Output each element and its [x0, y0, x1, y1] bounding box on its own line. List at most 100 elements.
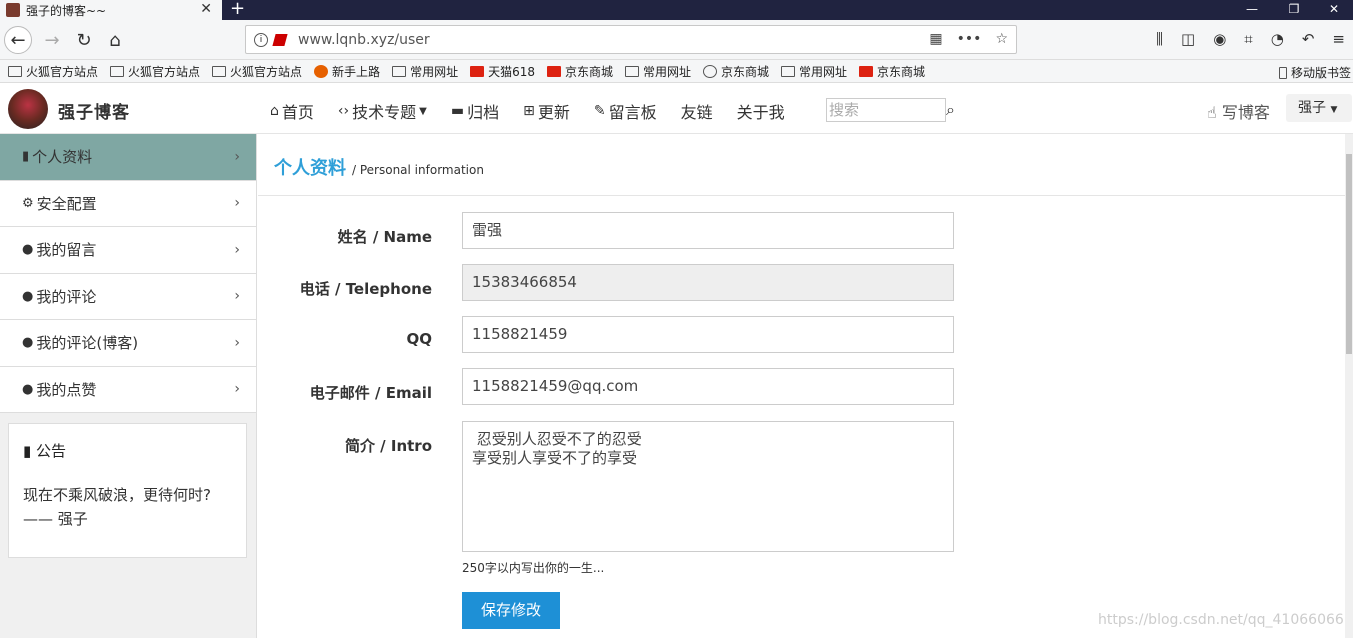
scrollbar-thumb[interactable]: [1346, 154, 1352, 354]
sidebar-item-blog-comments[interactable]: ● 我的评论(博客) ›: [0, 320, 256, 367]
screenshot-icon[interactable]: ⌗: [1244, 30, 1252, 48]
sidebar-item-comments[interactable]: ● 我的评论 ›: [0, 273, 256, 320]
divider: [258, 195, 1345, 196]
write-blog-label: 写博客: [1221, 103, 1270, 122]
bookmark-item[interactable]: 火狐官方站点: [110, 63, 200, 80]
sidebar: ▮ 个人资料 › ⚙ 安全配置 › ● 我的留言 › ● 我的评论 › ● 我的评论(博客) › ●…: [0, 134, 257, 638]
bookmark-item[interactable]: 天猫618: [470, 63, 535, 80]
sidebar-item-label: 个人资料: [32, 148, 93, 167]
mobile-bookmarks[interactable]: 移动版书签: [1278, 64, 1351, 81]
watermark: https://blog.csdn.net/qq_41066066: [1098, 612, 1344, 628]
user-dropdown[interactable]: 强子 ▼: [1286, 94, 1352, 122]
folder-icon: [625, 65, 639, 77]
nav-about[interactable]: 关于我: [737, 99, 785, 123]
close-window-icon[interactable]: ✕: [1314, 0, 1353, 20]
telephone-field[interactable]: 15383466854: [462, 264, 954, 301]
maximize-window-icon[interactable]: ❐: [1274, 0, 1314, 20]
firefox-icon: [314, 64, 329, 78]
comments-icon: ●: [22, 381, 34, 397]
intro-label: 简介 / Intro: [344, 437, 432, 455]
account-icon[interactable]: ◉: [1213, 30, 1226, 48]
write-blog-button[interactable]: ☝ 写博客: [1207, 99, 1270, 123]
tab-title: 强子的博客~~: [26, 3, 107, 18]
page-scrollbar[interactable]: [1345, 134, 1353, 638]
nav-guestbook[interactable]: ✎ 留言板: [594, 99, 657, 123]
sidebar-item-likes[interactable]: ● 我的点赞 ›: [0, 366, 256, 413]
reload-button[interactable]: ↻: [70, 26, 98, 54]
qr-code-icon[interactable]: ▦: [929, 31, 942, 47]
close-tab-icon[interactable]: ✕: [200, 1, 212, 17]
logo-avatar[interactable]: [8, 89, 48, 129]
mobile-bookmarks-label: 移动版书签: [1290, 66, 1351, 80]
bookmark-item[interactable]: 京东商城: [546, 63, 613, 80]
name-field[interactable]: 雷强: [462, 212, 954, 249]
bookmark-item[interactable]: 火狐官方站点: [8, 63, 98, 80]
new-tab-button[interactable]: +: [230, 0, 245, 19]
nav-links[interactable]: 友链: [681, 99, 713, 123]
sidebar-item-label: 我的点赞: [36, 380, 97, 399]
comments-icon: ●: [22, 335, 34, 351]
globe-icon: [703, 64, 718, 78]
bookmark-label: 京东商城: [721, 64, 770, 79]
minimize-window-icon[interactable]: —: [1232, 0, 1272, 20]
bookmark-label: 常用网址: [799, 64, 848, 79]
chat-icon[interactable]: ◔: [1271, 30, 1284, 48]
url-path: /user: [394, 31, 430, 48]
site-info-icon[interactable]: i: [254, 32, 268, 47]
browser-tab[interactable]: 强子的博客~~ ✕: [0, 0, 222, 20]
folder-icon: [212, 65, 227, 77]
bookmark-item[interactable]: 京东商城: [703, 63, 769, 80]
archive-icon: ▬: [450, 103, 465, 119]
browser-navbar: ← → ↻ ⌂ i www.lqnb.xyz/user ▦ ••• ☆ ⫼ ◫ …: [0, 20, 1353, 60]
page-title: 个人资料: [274, 158, 346, 179]
sidebar-item-label: 我的留言: [36, 241, 97, 260]
bookmark-item[interactable]: 新手上路: [314, 63, 380, 80]
calendar-plus-icon: ⊞: [523, 103, 535, 119]
search-input[interactable]: 搜索: [826, 98, 946, 122]
menu-icon[interactable]: ≡: [1332, 30, 1345, 48]
bookmark-label: 京东商城: [877, 64, 926, 79]
bookmark-item[interactable]: 火狐官方站点: [212, 63, 302, 80]
page-actions-icon[interactable]: •••: [957, 31, 982, 47]
site-header: 强子博客 ⌂ 首页 ‹› 技术专题 ▼ ▬ 归档 ⊞ 更新 ✎ 留言板 友链 关于我 搜索 …: [0, 84, 1353, 134]
home-icon: ⌂: [270, 103, 279, 119]
home-button[interactable]: ⌂: [101, 26, 129, 54]
library-icon[interactable]: ⫼: [1156, 30, 1163, 48]
bookmark-item[interactable]: 常用网址: [392, 63, 458, 80]
page-subtitle: / Personal information: [352, 163, 484, 177]
sidebar-item-profile[interactable]: ▮ 个人资料 ›: [0, 134, 256, 181]
nav-label: 更新: [537, 103, 570, 122]
qq-field[interactable]: 1158821459: [462, 316, 954, 353]
nav-label: 关于我: [736, 103, 785, 122]
address-bar[interactable]: i www.lqnb.xyz/user ▦ ••• ☆: [245, 25, 1017, 54]
nav-tech-topics[interactable]: ‹› 技术专题 ▼: [338, 99, 427, 123]
chevron-right-icon: ›: [234, 148, 240, 165]
chevron-right-icon: ›: [234, 381, 240, 398]
sidebar-item-security[interactable]: ⚙ 安全配置 ›: [0, 180, 256, 227]
bookmark-star-icon[interactable]: ☆: [995, 31, 1008, 47]
bookmark-label: 火狐官方站点: [26, 64, 99, 79]
sidebar-item-messages[interactable]: ● 我的留言 ›: [0, 227, 256, 274]
bookmark-item[interactable]: 常用网址: [781, 63, 847, 80]
nav-label: 归档: [467, 103, 500, 122]
intro-textarea[interactable]: 忍受别人忍受不了的忍受 享受别人享受不了的享受: [462, 421, 954, 552]
bookmark-item[interactable]: 京东商城: [859, 63, 925, 80]
forward-button[interactable]: →: [38, 26, 66, 54]
undo-icon[interactable]: ↶: [1302, 30, 1315, 48]
browser-tab-strip: 强子的博客~~ ✕ + — ❐ ✕: [0, 0, 1353, 20]
bookmarks-toolbar: 火狐官方站点 火狐官方站点 火狐官方站点 新手上路 常用网址 天猫618 京东商…: [0, 60, 1353, 83]
bookmark-label: 火狐官方站点: [230, 64, 303, 79]
bookmark-icon: ▮: [23, 442, 32, 460]
email-field[interactable]: 1158821459@qq.com: [462, 368, 954, 405]
nav-archive[interactable]: ▬ 归档: [451, 99, 499, 123]
nav-home[interactable]: ⌂ 首页: [270, 99, 314, 123]
nav-updates[interactable]: ⊞ 更新: [523, 99, 570, 123]
name-label: 姓名 / Name: [337, 228, 432, 246]
search-icon[interactable]: ⌕: [946, 100, 955, 120]
save-button[interactable]: 保存修改: [462, 592, 560, 629]
sidebar-item-label: 我的评论(博客): [36, 334, 139, 353]
bookmark-item[interactable]: 常用网址: [625, 63, 691, 80]
sidebar-toggle-icon[interactable]: ◫: [1181, 30, 1195, 48]
back-button[interactable]: ←: [4, 26, 32, 54]
site-logo-text[interactable]: 强子博客: [58, 98, 130, 123]
